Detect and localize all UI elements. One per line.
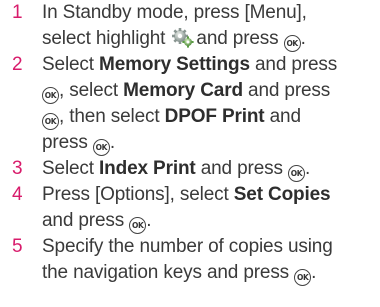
step-number: 2	[12, 54, 23, 75]
step-text-segment: Select	[42, 158, 100, 179]
step-text-segment: .	[146, 210, 152, 231]
step-text: Select Index Print and press OK.	[42, 156, 372, 182]
step-text-segment: , select	[59, 80, 124, 101]
ok-button-icon: OK	[92, 139, 110, 156]
menu-item-memory-card: Memory Card	[123, 80, 243, 101]
step-text-segment: and press	[249, 54, 338, 75]
step-text-segment: Specify the number of copies using	[42, 236, 333, 257]
menu-item-index-print: Index Print	[99, 158, 196, 179]
step-text-segment: Select	[42, 54, 100, 75]
step-text-segment: Press [Options], select	[42, 184, 234, 205]
step-text: Press [Options], select Set Copies and p…	[42, 182, 372, 234]
settings-gears-icon	[172, 28, 195, 48]
instruction-steps: 1 In Standby mode, press [Menu], select …	[0, 0, 380, 307]
step-text-segment: and	[264, 106, 301, 127]
step-text-segment: and press	[42, 210, 130, 231]
step-text-segment: and press	[242, 80, 331, 101]
ok-button-icon: OK	[294, 269, 312, 286]
menu-item-dpof-print: DPOF Print	[164, 106, 265, 127]
menu-item-set-copies: Set Copies	[233, 184, 331, 205]
ok-button-icon: OK	[283, 35, 301, 52]
step-text-segment: and press	[196, 28, 284, 49]
ok-button-icon: OK	[42, 87, 59, 104]
step-text-segment: , then select	[59, 106, 165, 127]
ok-button-icon: OK	[129, 217, 147, 234]
step-number: 3	[12, 158, 23, 179]
step-text-segment: In Standby mode, press [Menu],	[42, 2, 307, 23]
ok-button-icon: OK	[287, 165, 305, 182]
ok-button-icon: OK	[42, 113, 59, 130]
step-number: 4	[12, 184, 23, 205]
step-text: In Standby mode, press [Menu], select hi…	[42, 0, 372, 52]
step-text-segment: .	[304, 158, 311, 179]
step-text: Specify the number of copies using the n…	[42, 234, 372, 286]
step-text-segment: press	[42, 132, 93, 153]
step-text-segment: and press	[195, 158, 288, 179]
step-text-segment: .	[311, 262, 317, 283]
menu-item-memory-settings: Memory Settings	[99, 54, 250, 75]
step-text-segment: the navigation keys and press	[42, 262, 295, 283]
step-text-segment: select highlight	[42, 28, 171, 49]
step-number: 5	[12, 236, 23, 257]
step-text-segment: .	[109, 132, 115, 153]
step-text: Select Memory Settings and press OK, sel…	[42, 52, 372, 156]
step-number: 1	[12, 2, 23, 23]
